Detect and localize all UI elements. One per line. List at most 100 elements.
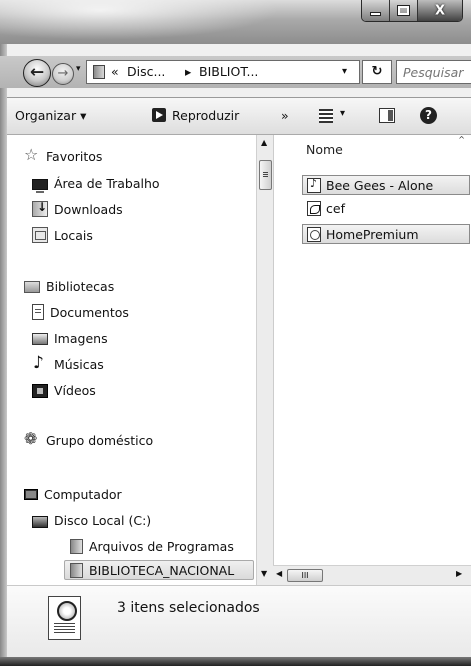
nav-label: Imagens [54, 330, 108, 346]
images-icon [32, 333, 48, 345]
nav-program-files[interactable]: Arquivos de Programas [70, 536, 234, 556]
nav-label: Favoritos [46, 148, 103, 164]
breadcrumb-biblioteca[interactable]: BIBLIOT... [199, 64, 258, 79]
nav-label: Bibliotecas [46, 278, 115, 294]
scroll-left-arrow[interactable]: ◀ [276, 569, 282, 578]
scroll-up-arrow[interactable]: ▲ [261, 138, 267, 147]
window-frame-bottom [0, 657, 471, 666]
content-horizontal-scrollbar[interactable]: ◀ III ▶ [273, 565, 471, 585]
nav-label: Área de Trabalho [54, 175, 160, 191]
nav-label: Grupo doméstico [46, 432, 154, 448]
back-arrow-icon: ← [29, 62, 45, 83]
nav-vertical-scrollbar[interactable]: ▲ ▼ [256, 135, 273, 585]
breadcrumb-chevrons[interactable]: « [111, 64, 119, 79]
play-icon [152, 108, 166, 122]
address-bar[interactable]: « Disc... ▸ BIBLIOT... ▾ [86, 60, 360, 84]
breadcrumb-separator[interactable]: ▸ [185, 64, 191, 79]
nav-desktop[interactable]: Área de Trabalho [32, 173, 160, 193]
scroll-thumb[interactable] [259, 160, 272, 190]
computer-icon [24, 489, 38, 500]
folder-icon [93, 65, 105, 79]
search-box[interactable] [396, 60, 471, 84]
help-icon[interactable]: ? [420, 107, 437, 124]
play-button[interactable]: Reproduzir [152, 108, 239, 123]
scroll-down-arrow[interactable]: ▼ [261, 569, 267, 578]
folder-icon [70, 538, 83, 554]
nav-images[interactable]: Imagens [32, 328, 108, 348]
nav-label: Documentos [50, 304, 129, 320]
file-item[interactable]: cef [302, 198, 470, 218]
nav-downloads[interactable]: Downloads [32, 199, 123, 219]
views-dropdown[interactable]: ▾ [340, 108, 345, 119]
nav-label: Locais [54, 227, 93, 243]
minimize-icon [370, 12, 381, 16]
file-item[interactable]: Bee Gees - Alone [302, 175, 470, 195]
star-icon [24, 145, 40, 164]
forward-arrow-icon: → [57, 66, 69, 82]
maximize-button[interactable] [390, 0, 418, 21]
window-frame-left [0, 44, 7, 657]
nav-documents[interactable]: Documentos [32, 302, 129, 322]
nav-label: Disco Local (C:) [54, 512, 152, 528]
nav-libraries[interactable]: Bibliotecas [24, 276, 114, 296]
minimize-button[interactable] [362, 0, 390, 21]
close-button[interactable]: X [418, 0, 462, 21]
nav-computer[interactable]: Computador [24, 484, 122, 504]
nav-biblioteca-nacional[interactable]: BIBLIOTECA_NACIONAL [64, 560, 254, 580]
title-bar[interactable]: X [0, 0, 471, 44]
recent-pages-dropdown[interactable]: ▾ [76, 64, 81, 74]
libraries-icon [24, 281, 40, 293]
nav-label: Arquivos de Programas [89, 538, 234, 554]
nav-places[interactable]: Locais [32, 225, 93, 245]
videos-icon [32, 383, 48, 398]
column-header-name[interactable]: Nome [306, 142, 343, 157]
nav-label: BIBLIOTECA_NACIONAL [89, 562, 235, 578]
maximize-icon [397, 5, 410, 16]
places-icon [32, 227, 48, 243]
sort-arrow-icon: ^ [458, 135, 465, 144]
caption-buttons: X [361, 0, 463, 22]
play-label: Reproduzir [172, 108, 240, 123]
file-name: cef [326, 200, 345, 216]
toolbar-overflow-button[interactable]: » [281, 108, 289, 123]
documents-icon [32, 304, 44, 320]
refresh-button[interactable]: ↻ [362, 60, 392, 84]
downloads-icon [32, 200, 48, 217]
breadcrumb-disc[interactable]: Disc... [127, 64, 165, 79]
address-dropdown[interactable]: ▾ [342, 66, 347, 77]
file-item[interactable]: HomePremium [302, 224, 470, 244]
scroll-thumb[interactable]: III [287, 569, 323, 582]
nav-favorites[interactable]: Favoritos [24, 145, 103, 166]
nav-homegroup[interactable]: Grupo doméstico [24, 429, 154, 450]
file-list-pane: Nome ^ Bee Gees - Alone cef HomePremium [273, 135, 471, 565]
desktop-icon [32, 178, 48, 193]
file-name: HomePremium [326, 226, 419, 242]
nav-label: Vídeos [54, 382, 96, 398]
html-file-icon [307, 226, 321, 242]
nav-music[interactable]: Músicas [32, 353, 104, 374]
selection-status: 3 itens selecionados [117, 600, 260, 616]
nav-videos[interactable]: Vídeos [32, 380, 96, 400]
details-pane: 3 itens selecionados [7, 585, 471, 657]
homegroup-icon [24, 429, 40, 448]
organize-button[interactable]: Organizar ▾ [15, 108, 86, 123]
nav-local-disk[interactable]: Disco Local (C:) [32, 510, 151, 530]
multiple-files-icon [48, 596, 81, 640]
preview-pane-icon[interactable] [379, 108, 395, 123]
disk-icon [32, 515, 48, 528]
scroll-right-arrow[interactable]: ▶ [456, 569, 462, 578]
title-glow [0, 0, 280, 40]
file-name: Bee Gees - Alone [326, 177, 434, 193]
close-icon: X [434, 3, 446, 19]
pdf-file-icon [307, 200, 321, 216]
music-icon [32, 353, 48, 373]
folder-icon [70, 562, 83, 578]
search-input[interactable] [397, 61, 471, 83]
nav-label: Computador [44, 486, 122, 502]
navigation-pane: Favoritos Área de Trabalho Downloads Loc… [7, 135, 256, 585]
command-toolbar: Organizar ▾ Reproduzir » ▾ ? [7, 97, 471, 135]
forward-button[interactable]: → [52, 63, 74, 85]
back-button[interactable]: ← [23, 59, 51, 87]
refresh-icon: ↻ [371, 64, 383, 79]
views-icon[interactable] [319, 109, 333, 123]
